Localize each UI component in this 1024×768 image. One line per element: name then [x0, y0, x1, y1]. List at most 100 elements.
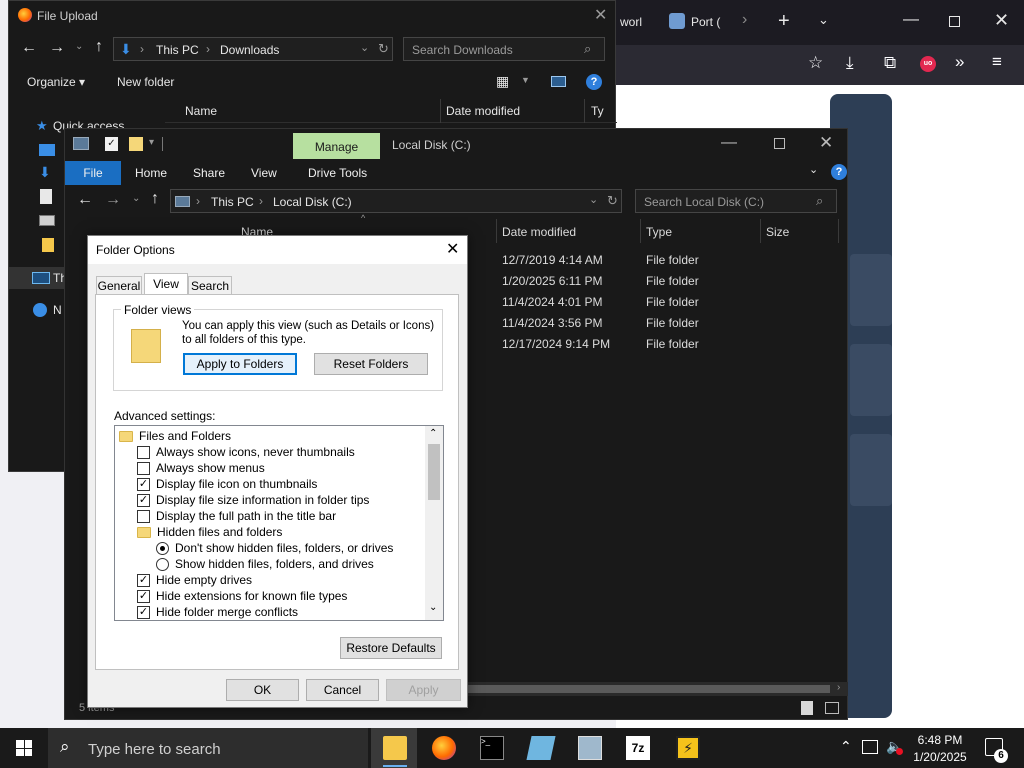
- browser-tab-2[interactable]: Port (: [691, 15, 720, 29]
- new-folder-button[interactable]: New folder: [117, 75, 174, 89]
- close-icon[interactable]: ✕: [819, 133, 833, 153]
- help-icon[interactable]: ?: [586, 74, 602, 90]
- tree-option[interactable]: Always show icons, never thumbnails: [137, 444, 355, 460]
- browser-tab-1[interactable]: worl: [620, 15, 642, 29]
- qat-dropdown-icon[interactable]: ▾: [149, 137, 154, 148]
- seven-zip-icon[interactable]: 7z: [626, 736, 650, 760]
- radio[interactable]: [156, 557, 169, 571]
- lightning-app-icon[interactable]: ⚡: [676, 736, 700, 760]
- breadcrumb-downloads[interactable]: Downloads: [220, 43, 279, 57]
- search-input[interactable]: Search Downloads ⌕: [403, 37, 605, 61]
- minimize-icon[interactable]: —: [721, 134, 737, 152]
- radio-selected[interactable]: [156, 541, 169, 555]
- taskbar-search-box[interactable]: ⌕ Type here to search: [48, 728, 368, 768]
- download-icon[interactable]: ⤓: [846, 53, 854, 73]
- apply-button[interactable]: Apply: [386, 679, 461, 701]
- firefox-icon[interactable]: [432, 736, 456, 760]
- apply-to-folders-button[interactable]: Apply to Folders: [183, 353, 297, 375]
- preview-pane-icon[interactable]: [551, 76, 566, 87]
- table-row[interactable]: 12/17/2024 9:14 PM File folder: [495, 337, 835, 357]
- up-arrow-icon[interactable]: ↑: [95, 38, 103, 56]
- tree-option[interactable]: ✓ Hide empty drives: [137, 572, 252, 588]
- tree-option[interactable]: Don't show hidden files, folders, or dri…: [156, 540, 393, 556]
- column-size[interactable]: Size: [766, 225, 789, 247]
- remote-desktop-icon[interactable]: [578, 736, 602, 760]
- hamburger-menu-icon[interactable]: ≡: [992, 52, 1002, 72]
- extensions-icon[interactable]: ⧉: [884, 53, 896, 73]
- terminal-icon[interactable]: >_: [480, 736, 504, 760]
- close-icon[interactable]: ✕: [594, 5, 607, 25]
- view-dropdown-icon[interactable]: ▼: [521, 75, 530, 85]
- maximize-icon[interactable]: [774, 138, 785, 149]
- checkbox-checked[interactable]: ✓: [137, 493, 150, 507]
- column-date-modified[interactable]: Date modified: [446, 104, 520, 118]
- ribbon-tab-file[interactable]: File: [65, 161, 121, 185]
- new-tab-plus-icon[interactable]: +: [778, 10, 790, 33]
- ribbon-expand-chevron-icon[interactable]: ⌄: [809, 163, 818, 176]
- address-bar[interactable]: › This PC › Local Disk (C:) ⌄ ↻: [170, 189, 622, 213]
- file-explorer-icon[interactable]: [383, 736, 407, 760]
- refresh-icon[interactable]: ↻: [607, 193, 618, 209]
- vertical-scrollbar[interactable]: ⌃ ⌄: [425, 426, 443, 620]
- tree-option[interactable]: Always show menus: [137, 460, 265, 476]
- tray-chevron-icon[interactable]: ⌃: [840, 738, 852, 755]
- notepad-app-icon[interactable]: [526, 736, 556, 760]
- ok-button[interactable]: OK: [226, 679, 299, 701]
- scrollbar-thumb[interactable]: [468, 685, 830, 693]
- sidebar-network[interactable]: N: [53, 303, 62, 317]
- breadcrumb-local-disk[interactable]: Local Disk (C:): [273, 195, 352, 209]
- search-input[interactable]: Search Local Disk (C:) ⌕: [635, 189, 837, 213]
- recent-chevron-icon[interactable]: ⌄: [132, 193, 140, 204]
- chevron-right-icon[interactable]: ›: [742, 11, 747, 29]
- large-icons-view-icon[interactable]: [825, 702, 839, 714]
- up-arrow-icon[interactable]: ↑: [151, 190, 159, 208]
- checkbox[interactable]: [137, 461, 150, 475]
- column-type[interactable]: Ty: [591, 104, 604, 118]
- tree-option[interactable]: ✓ Display file icon on thumbnails: [137, 476, 317, 492]
- column-name[interactable]: Name: [185, 104, 217, 118]
- help-icon[interactable]: ?: [831, 164, 847, 180]
- tree-option[interactable]: ✓ Display file size information in folder…: [137, 492, 369, 508]
- view-options-icon[interactable]: ▦: [496, 73, 509, 90]
- checkbox-checked[interactable]: ✓: [137, 477, 150, 491]
- windows-start-icon[interactable]: [16, 740, 32, 756]
- checkbox-checked[interactable]: ✓: [137, 605, 150, 619]
- forward-arrow-icon[interactable]: →: [105, 191, 121, 209]
- new-folder-icon[interactable]: [129, 137, 143, 151]
- breadcrumb-this-pc[interactable]: This PC: [211, 195, 254, 209]
- address-bar[interactable]: ⬇ › This PC › Downloads ⌄ ↻: [113, 37, 393, 61]
- checkbox-checked[interactable]: ✓: [137, 589, 150, 603]
- breadcrumb-this-pc[interactable]: This PC: [156, 43, 199, 57]
- clock-time[interactable]: 6:48 PM: [912, 733, 968, 747]
- horizontal-scrollbar[interactable]: ›: [468, 682, 848, 696]
- tab-list-chevron-icon[interactable]: ⌄: [818, 12, 829, 28]
- details-view-icon[interactable]: [801, 701, 813, 715]
- scroll-up-icon[interactable]: ⌃: [429, 428, 437, 439]
- scroll-down-icon[interactable]: ⌄: [429, 602, 437, 613]
- clock-date[interactable]: 1/20/2025: [908, 750, 972, 764]
- table-row[interactable]: 11/4/2024 4:01 PM File folder: [495, 295, 835, 315]
- ribbon-tab-drive-tools[interactable]: Drive Tools: [294, 161, 381, 185]
- back-arrow-icon[interactable]: ←: [21, 39, 37, 57]
- properties-check-icon[interactable]: ✓: [105, 137, 118, 151]
- organize-button[interactable]: Organize ▾: [27, 75, 85, 89]
- tree-option[interactable]: ✓ Hide folder merge conflicts: [137, 604, 298, 620]
- tree-option[interactable]: ✓ Hide extensions for known file types: [137, 588, 347, 604]
- bookmark-star-icon[interactable]: ☆: [808, 53, 823, 73]
- restore-defaults-button[interactable]: Restore Defaults: [340, 637, 442, 659]
- advanced-settings-tree[interactable]: Files and Folders Always show icons, nev…: [114, 425, 444, 621]
- recent-chevron-icon[interactable]: ⌄: [75, 41, 83, 52]
- dropdown-chevron-icon[interactable]: ⌄: [589, 193, 598, 206]
- tab-manage[interactable]: Manage: [293, 133, 380, 159]
- ribbon-tab-share[interactable]: Share: [179, 161, 239, 185]
- close-icon[interactable]: ✕: [994, 10, 1009, 31]
- network-tray-icon[interactable]: [862, 740, 878, 754]
- restore-icon[interactable]: [949, 16, 960, 27]
- cancel-button[interactable]: Cancel: [306, 679, 379, 701]
- tab-view[interactable]: View: [144, 273, 188, 295]
- checkbox[interactable]: [137, 445, 150, 459]
- checkbox-checked[interactable]: ✓: [137, 573, 150, 587]
- tree-option[interactable]: Display the full path in the title bar: [137, 508, 336, 524]
- column-type[interactable]: Type: [646, 225, 672, 247]
- checkbox[interactable]: [137, 509, 150, 523]
